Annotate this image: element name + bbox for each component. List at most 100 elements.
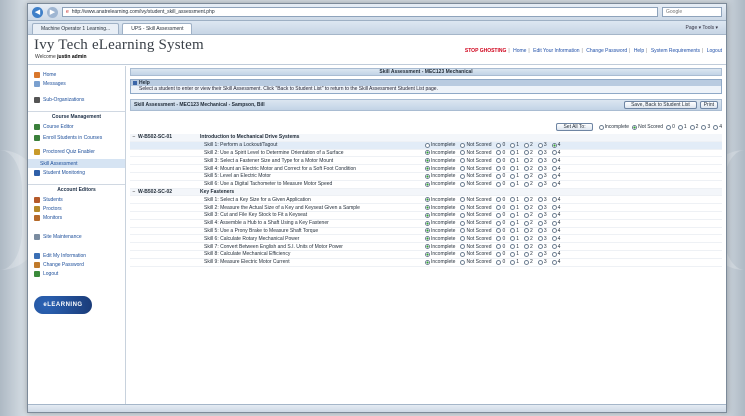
radio-button[interactable] <box>425 197 430 203</box>
sidebar-item-site-maintenance[interactable]: Site Maintenance <box>28 232 125 241</box>
radio-button[interactable] <box>460 244 466 250</box>
top-link-home[interactable]: Home <box>513 48 526 54</box>
radio-button[interactable] <box>425 173 430 179</box>
skill-option-not-scored[interactable]: Not Scored <box>460 212 491 218</box>
skill-option-2[interactable]: 2 <box>524 158 533 164</box>
radio-button[interactable] <box>524 244 530 250</box>
sidebar-item-home[interactable]: Home <box>28 70 125 79</box>
radio-button[interactable] <box>551 251 557 257</box>
radio-button[interactable] <box>524 205 530 211</box>
radio-button[interactable] <box>524 142 530 148</box>
radio-button[interactable] <box>510 212 516 218</box>
radio-button[interactable] <box>425 251 430 257</box>
radio-button[interactable] <box>510 228 516 234</box>
skill-option-4[interactable]: 4 <box>551 166 560 172</box>
radio-button[interactable] <box>496 228 502 234</box>
skill-option-0[interactable]: 0 <box>496 205 505 211</box>
skill-option-not-scored[interactable]: Not Scored <box>460 197 491 203</box>
radio-button[interactable] <box>460 236 466 242</box>
radio-button[interactable] <box>496 166 502 172</box>
skill-option-0[interactable]: 0 <box>496 181 505 187</box>
sidebar-item-messages[interactable]: Messages <box>28 79 125 88</box>
skill-option-4[interactable]: 4 <box>551 220 560 226</box>
skill-option-3[interactable]: 3 <box>537 166 547 172</box>
radio-button[interactable] <box>425 158 430 164</box>
radio-button[interactable] <box>425 236 430 242</box>
radio-button[interactable] <box>460 142 466 148</box>
sidebar-item-student-monitoring[interactable]: Student Monitoring <box>28 168 125 177</box>
skill-option-incomplete[interactable]: Incomplete <box>425 220 455 226</box>
skill-option-not-scored[interactable]: Not Scored <box>460 142 491 148</box>
radio-button[interactable] <box>551 236 557 242</box>
skill-option-not-scored[interactable]: Not Scored <box>460 205 491 211</box>
skill-option-incomplete[interactable]: Incomplete <box>425 142 455 148</box>
radio-button[interactable] <box>551 244 557 250</box>
skill-option-2[interactable]: 2 <box>524 220 533 226</box>
skill-option-0[interactable]: 0 <box>496 236 505 242</box>
search-box[interactable]: Google <box>662 7 722 17</box>
skill-option-3[interactable]: 3 <box>537 173 547 179</box>
skill-option-1[interactable]: 1 <box>510 236 519 242</box>
radio-button[interactable] <box>551 166 557 172</box>
radio-button[interactable] <box>551 205 557 211</box>
skill-option-1[interactable]: 1 <box>510 205 519 211</box>
radio-button[interactable] <box>524 197 530 203</box>
skill-option-2[interactable]: 2 <box>524 173 533 179</box>
back-arrow-icon[interactable]: ◀ <box>32 6 43 18</box>
skill-option-4[interactable]: 4 <box>551 212 560 218</box>
set-all-option-not-scored[interactable]: Not Scored <box>632 124 663 130</box>
radio-button[interactable] <box>632 124 638 130</box>
radio-button[interactable] <box>425 166 430 172</box>
radio-button[interactable] <box>496 259 502 265</box>
radio-button[interactable] <box>496 212 502 218</box>
radio-button[interactable] <box>460 228 466 234</box>
set-all-option-1[interactable]: 1 <box>677 124 687 130</box>
skill-option-0[interactable]: 0 <box>496 212 505 218</box>
skill-option-4[interactable]: 4 <box>551 181 560 187</box>
set-all-option-2[interactable]: 2 <box>689 124 698 130</box>
skill-option-4[interactable]: 4 <box>551 236 560 242</box>
set-all-option-3[interactable]: 3 <box>701 124 710 130</box>
skill-option-incomplete[interactable]: Incomplete <box>425 244 455 250</box>
radio-button[interactable] <box>537 158 543 164</box>
skill-option-incomplete[interactable]: Incomplete <box>425 251 455 257</box>
top-link-edit-info[interactable]: Edit Your Information <box>533 48 579 54</box>
radio-button[interactable] <box>425 228 430 234</box>
radio-button[interactable] <box>524 251 530 257</box>
skill-option-incomplete[interactable]: Incomplete <box>425 212 455 218</box>
sidebar-item-enroll-students-in-courses[interactable]: Enroll Students in Courses <box>28 131 125 145</box>
skill-option-2[interactable]: 2 <box>524 236 533 242</box>
skill-option-not-scored[interactable]: Not Scored <box>460 251 491 257</box>
skill-option-1[interactable]: 1 <box>510 173 519 179</box>
skill-option-1[interactable]: 1 <box>510 251 519 257</box>
skill-option-2[interactable]: 2 <box>524 197 533 203</box>
skill-option-2[interactable]: 2 <box>524 228 533 234</box>
radio-button[interactable] <box>551 228 557 234</box>
radio-button[interactable] <box>713 124 719 130</box>
skill-option-0[interactable]: 0 <box>496 251 505 257</box>
skill-option-4[interactable]: 4 <box>551 228 560 234</box>
radio-button[interactable] <box>537 220 543 226</box>
skill-option-3[interactable]: 3 <box>537 251 547 257</box>
skill-option-2[interactable]: 2 <box>524 150 533 156</box>
skill-option-3[interactable]: 3 <box>537 142 547 148</box>
radio-button[interactable] <box>524 158 530 164</box>
radio-button[interactable] <box>425 181 430 187</box>
skill-option-1[interactable]: 1 <box>510 244 519 250</box>
skill-option-not-scored[interactable]: Not Scored <box>460 236 491 242</box>
radio-button[interactable] <box>460 259 466 265</box>
radio-button[interactable] <box>510 244 516 250</box>
radio-button[interactable] <box>537 181 543 187</box>
tab-machine-operator[interactable]: Machine Operator 1 Learning... <box>32 23 120 34</box>
skill-option-not-scored[interactable]: Not Scored <box>460 158 491 164</box>
radio-button[interactable] <box>524 150 530 156</box>
radio-button[interactable] <box>537 150 543 156</box>
top-link-help[interactable]: Help <box>634 48 644 54</box>
skill-option-3[interactable]: 3 <box>537 150 547 156</box>
radio-button[interactable] <box>537 212 543 218</box>
skill-option-1[interactable]: 1 <box>510 166 519 172</box>
radio-button[interactable] <box>524 220 530 226</box>
radio-button[interactable] <box>537 244 543 250</box>
skill-option-not-scored[interactable]: Not Scored <box>460 181 491 187</box>
skill-option-0[interactable]: 0 <box>496 197 505 203</box>
